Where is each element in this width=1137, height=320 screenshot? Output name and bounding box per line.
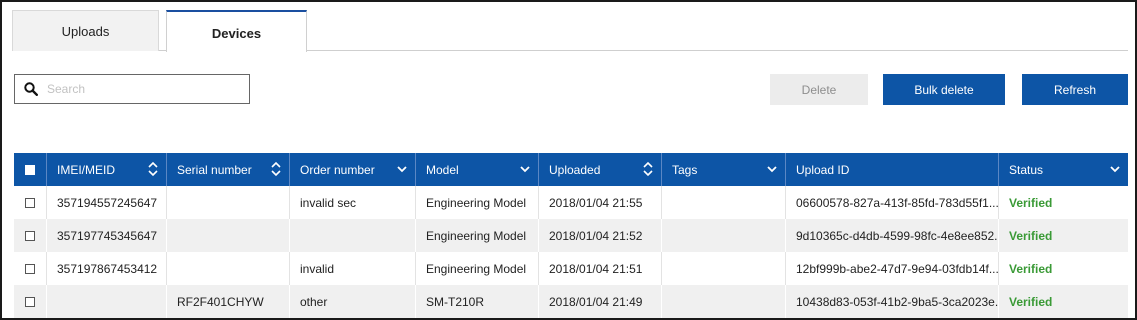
column-header-tags[interactable]: Tags [662,153,786,186]
row-select-cell [14,186,47,219]
tab-devices[interactable]: Devices [166,10,307,52]
column-header-serial-number[interactable]: Serial number [167,153,290,186]
uploaded-cell: 2018/01/04 21:49 [539,285,662,318]
imei-cell [47,285,167,318]
row-select-cell [14,252,47,285]
order-cell [290,219,416,252]
tags-cell [662,252,786,285]
row-checkbox[interactable] [25,263,35,274]
devices-table: IMEI/MEID Serial number Order number Mod… [14,153,1128,318]
order-cell: invalid sec [290,186,416,219]
uploaded-cell: 2018/01/04 21:52 [539,219,662,252]
serial-cell [167,219,290,252]
status-badge: Verified [1009,195,1053,210]
model-cell: Engineering Model [416,252,539,285]
column-label: Tags [672,162,698,177]
refresh-button[interactable]: Refresh [1022,74,1128,105]
tags-cell [662,186,786,219]
column-header-model[interactable]: Model [416,153,539,186]
search-icon[interactable] [15,74,47,104]
sort-icon[interactable] [643,160,653,178]
upload-id-cell: 9d10365c-d4db-4599-98fc-4e8ee852... [786,219,999,252]
column-header-status[interactable]: Status [999,153,1128,186]
model-cell: SM-T210R [416,285,539,318]
column-label: Model [426,162,459,177]
row-checkbox[interactable] [25,230,35,241]
table-row[interactable]: 357194557245647 invalid sec Engineering … [14,186,1128,219]
column-label: IMEI/MEID [57,162,116,177]
row-checkbox[interactable] [25,296,35,307]
devices-panel: Uploads Devices Delete Bulk delete Refre… [0,0,1137,320]
model-cell: Engineering Model [416,219,539,252]
tags-cell [662,285,786,318]
status-badge: Verified [1009,294,1053,309]
serial-cell: RF2F401CHYW [167,285,290,318]
chevron-down-icon[interactable] [520,164,530,174]
chevron-down-icon[interactable] [1110,164,1120,174]
column-label: Serial number [177,162,252,177]
model-cell: Engineering Model [416,186,539,219]
search-box [14,74,250,104]
imei-cell: 357197745345647 [47,219,167,252]
table-row[interactable]: RF2F401CHYW other SM-T210R 2018/01/04 21… [14,285,1128,318]
tags-cell [662,219,786,252]
status-badge: Verified [1009,228,1053,243]
status-cell: Verified [999,186,1128,219]
column-label: Order number [300,162,375,177]
search-input[interactable] [47,76,249,102]
status-cell: Verified [999,252,1128,285]
column-header-imei[interactable]: IMEI/MEID [47,153,167,186]
select-all-checkbox[interactable] [25,164,35,175]
column-header-uploaded[interactable]: Uploaded [539,153,662,186]
serial-cell [167,252,290,285]
table-row[interactable]: 357197867453412 invalid Engineering Mode… [14,252,1128,285]
uploaded-cell: 2018/01/04 21:51 [539,252,662,285]
imei-cell: 357194557245647 [47,186,167,219]
status-badge: Verified [1009,261,1053,276]
serial-cell [167,186,290,219]
sort-icon[interactable] [148,160,158,178]
order-cell: other [290,285,416,318]
status-cell: Verified [999,219,1128,252]
imei-cell: 357197867453412 [47,252,167,285]
upload-id-cell: 06600578-827a-413f-85fd-783d55f1... [786,186,999,219]
column-label: Status [1009,162,1044,177]
delete-button[interactable]: Delete [770,74,868,105]
table-row[interactable]: 357197745345647 Engineering Model 2018/0… [14,219,1128,252]
status-cell: Verified [999,285,1128,318]
tab-bar: Uploads Devices [12,10,1128,52]
order-cell: invalid [290,252,416,285]
sort-icon[interactable] [271,160,281,178]
column-label: Uploaded [549,162,601,177]
column-header-upload-id[interactable]: Upload ID [786,153,999,186]
column-label: Upload ID [796,162,850,177]
upload-id-cell: 12bf999b-abe2-47d7-9e94-03fdb14f... [786,252,999,285]
row-checkbox[interactable] [25,197,35,208]
column-header-order-number[interactable]: Order number [290,153,416,186]
table-header: IMEI/MEID Serial number Order number Mod… [14,153,1128,186]
select-all-cell [14,153,47,186]
chevron-down-icon[interactable] [397,164,407,174]
row-select-cell [14,285,47,318]
tab-uploads[interactable]: Uploads [12,10,159,51]
bulk-delete-button[interactable]: Bulk delete [883,74,1005,105]
row-select-cell [14,219,47,252]
chevron-down-icon[interactable] [767,164,777,174]
upload-id-cell: 10438d83-053f-41b2-9ba5-3ca2023e... [786,285,999,318]
uploaded-cell: 2018/01/04 21:55 [539,186,662,219]
